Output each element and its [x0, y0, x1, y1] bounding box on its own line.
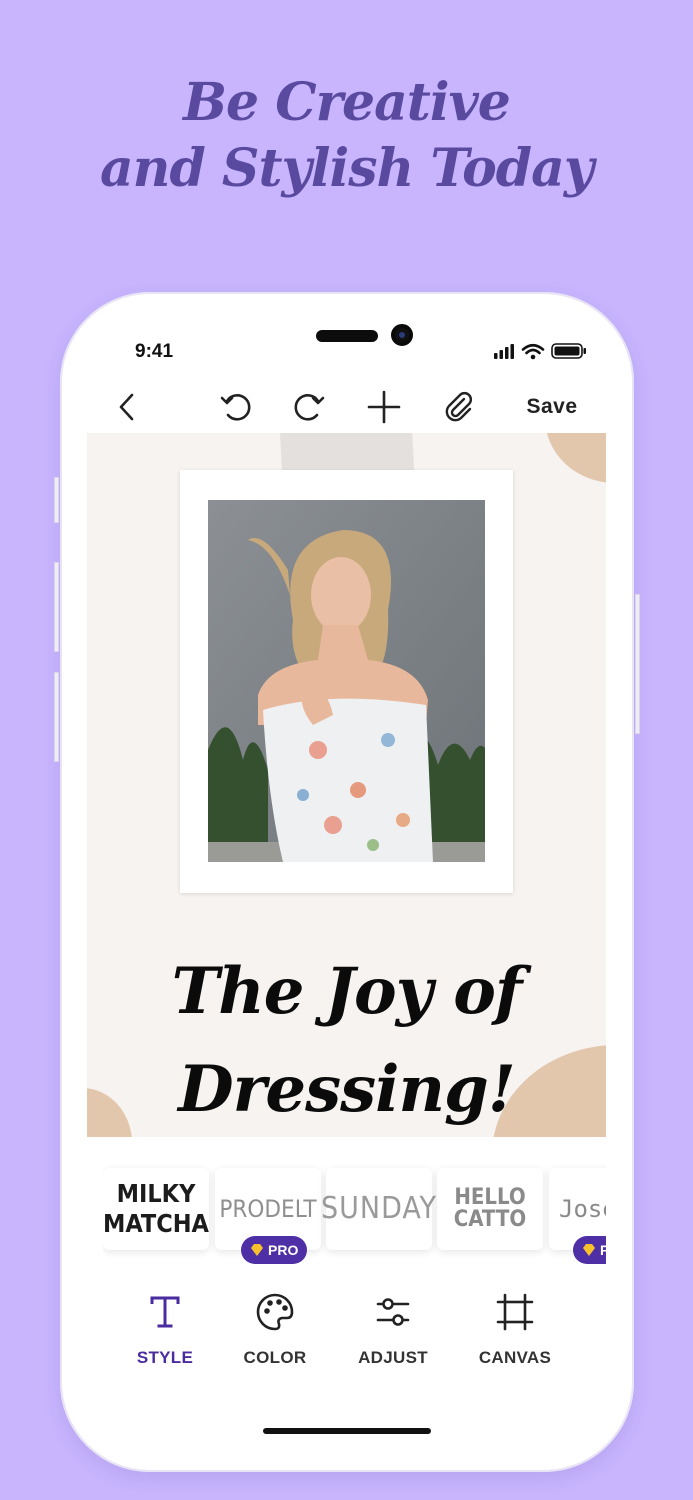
phone-side-button	[54, 672, 59, 762]
save-button[interactable]: Save	[517, 382, 587, 432]
design-canvas[interactable]: The Joy of Dressing!	[87, 433, 606, 1137]
font-option-label: SUNDAY	[321, 1191, 437, 1226]
attach-button[interactable]	[437, 382, 481, 432]
font-option-label: HELLO	[454, 1185, 526, 1210]
pro-badge: P	[573, 1236, 606, 1264]
caption-line-2[interactable]: Dressing!	[87, 1041, 606, 1137]
font-option-sunday[interactable]: SUNDAY	[321, 1168, 436, 1250]
diamond-icon	[251, 1244, 263, 1256]
status-icons	[494, 343, 586, 360]
dress	[263, 698, 433, 862]
font-option-label: CATTO	[453, 1207, 527, 1232]
font-option-milky-matcha[interactable]: MILKY MATCHA	[103, 1168, 209, 1250]
back-button[interactable]	[105, 382, 149, 432]
face	[311, 557, 371, 633]
font-option-label: MILKY	[116, 1179, 196, 1208]
font-option-hello-catto[interactable]: HELLO CATTO	[437, 1168, 543, 1250]
editor-toolbar: Save	[87, 382, 607, 432]
crop-icon	[496, 1293, 534, 1331]
signal-icon	[494, 344, 514, 359]
battery-icon	[551, 343, 586, 359]
tab-color[interactable]: COLOR	[220, 1292, 330, 1382]
wifi-icon	[521, 343, 545, 355]
plus-icon	[367, 390, 401, 424]
redo-button[interactable]	[287, 382, 331, 432]
phone-side-button	[54, 562, 59, 652]
tab-canvas[interactable]: CANVAS	[460, 1292, 570, 1382]
woman-photo-illustration	[208, 500, 485, 862]
font-style-picker[interactable]: MILKY MATCHA PRODELT PRO SUNDAY HELLO CA…	[103, 1162, 606, 1272]
font-option-label: Jose	[559, 1195, 606, 1223]
canvas-caption[interactable]: The Joy of Dressing!	[87, 943, 606, 1137]
bottom-tab-bar: STYLE COLOR ADJUST CANVAS	[60, 1292, 634, 1392]
decorative-blob-top-right	[545, 433, 606, 483]
text-icon	[150, 1296, 180, 1328]
pro-badge: PRO	[241, 1236, 308, 1264]
font-option-label: PRODELT	[219, 1195, 317, 1223]
tab-label: CANVAS	[478, 1348, 552, 1367]
tab-label: ADJUST	[358, 1348, 428, 1367]
paperclip-icon	[445, 392, 472, 422]
font-option-label: MATCHA	[103, 1209, 209, 1238]
undo-button[interactable]	[214, 382, 258, 432]
front-camera	[391, 324, 413, 346]
tab-label: COLOR	[243, 1348, 307, 1367]
phone-mockup: 9:41 Save The Joy of Dressing! MILKY MAT…	[54, 292, 640, 1472]
chevron-left-icon	[119, 393, 134, 421]
speaker-notch	[316, 330, 378, 342]
add-button[interactable]	[362, 382, 406, 432]
tab-label: STYLE	[136, 1348, 194, 1367]
diamond-icon	[583, 1244, 595, 1256]
pro-badge-label: P	[600, 1242, 606, 1258]
sliders-icon	[376, 1298, 410, 1326]
phone-side-button	[635, 594, 640, 734]
photo-frame[interactable]	[180, 470, 513, 893]
home-indicator[interactable]	[263, 1428, 431, 1434]
status-time: 9:41	[135, 341, 174, 362]
pro-badge-label: PRO	[268, 1242, 299, 1258]
redo-icon	[294, 394, 325, 421]
tab-adjust[interactable]: ADJUST	[338, 1292, 448, 1382]
headline-line-1: Be Creative	[183, 72, 511, 133]
headline: Be Creative and Stylish Today	[0, 70, 693, 202]
phone-side-button	[54, 477, 59, 523]
palette-icon	[256, 1293, 294, 1331]
undo-icon	[220, 394, 251, 421]
woman-photo[interactable]	[208, 500, 485, 862]
headline-line-2: and Stylish Today	[99, 138, 594, 199]
tab-style[interactable]: STYLE	[110, 1292, 220, 1382]
caption-line-1[interactable]: The Joy of	[87, 943, 606, 1041]
